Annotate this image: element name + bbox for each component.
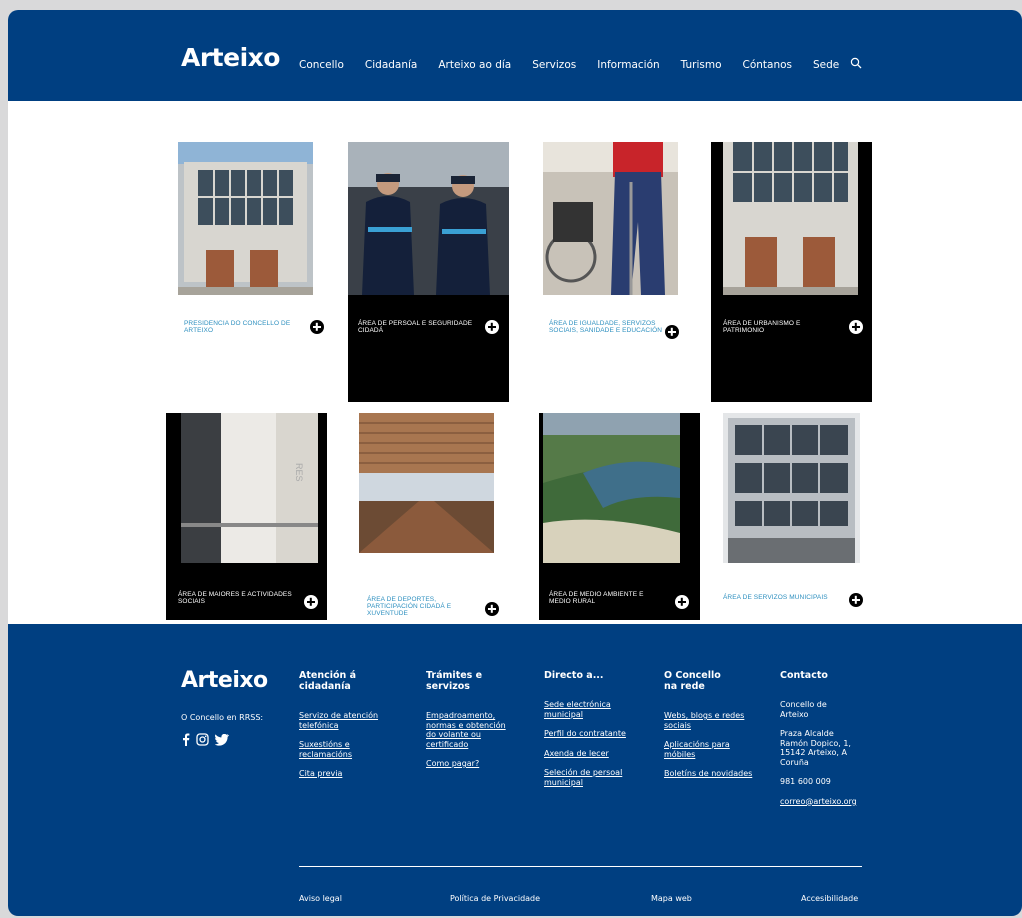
area-card[interactable]: PRESIDENCIA DO CONCELLO DE ARTEIXO [174, 142, 335, 402]
area-card-label: ÁREA DE SERVIZOS MUNICIPAIS [723, 594, 828, 601]
footer-logo[interactable]: Arteixo [181, 668, 268, 693]
sports-hall-photo [359, 413, 494, 553]
nav-servizos[interactable]: Servizos [532, 59, 576, 71]
footer-col-title: Trámites e servizos [426, 670, 483, 692]
nav-cidadania[interactable]: Cidadanía [365, 59, 417, 71]
plus-icon[interactable] [675, 595, 689, 609]
footer-col-tramites: Trámites e servizos Empadroamento, norma… [426, 670, 516, 779]
footer-link[interactable]: Cita previa [299, 769, 389, 779]
footer-link[interactable]: Como pagar? [426, 759, 516, 769]
footer-col-title: Atención á cidadanía [299, 670, 356, 692]
plus-icon[interactable] [485, 602, 499, 616]
rrss-label: O Concello en RRSS: [181, 713, 264, 722]
site-footer: Arteixo O Concello en RRSS: Atención á c… [8, 624, 1022, 916]
area-card[interactable]: ÁREA DE PERSOAL E SEGURIDADE CIDADÁ [348, 142, 509, 402]
town-hall-photo [178, 142, 313, 295]
footer-col-title: Contacto [780, 670, 828, 681]
plus-icon[interactable] [485, 320, 499, 334]
contact-phone: 981 600 009 [780, 777, 831, 786]
footer-link[interactable]: Servizo de atención telefónica [299, 711, 389, 730]
footer-col-directo: Directo a... Sede electrónica municipal … [544, 670, 634, 797]
footer-col-title: Directo a... [544, 670, 604, 681]
legal-link-aviso[interactable]: Aviso legal [299, 894, 342, 903]
contact-name: Concello de Arteixo [780, 700, 827, 719]
area-card-label: ÁREA DE MEDIO AMBIENTE E MEDIO RURAL [549, 591, 644, 605]
area-card[interactable]: ÁREA DE SERVIZOS MUNICIPAIS [711, 413, 872, 620]
legal-link-accesibilidade[interactable]: Accesibilidade [801, 894, 858, 903]
footer-link[interactable]: Suxestións e reclamacións [299, 740, 389, 759]
wheelchair-photo [543, 142, 678, 295]
legal-link-mapa-web[interactable]: Mapa web [651, 894, 692, 903]
svg-text:RES: RES [294, 463, 304, 482]
contact-address: Praza Alcalde Ramón Dopico, 1, 15142 Art… [780, 729, 851, 767]
plus-icon[interactable] [849, 593, 863, 607]
footer-link[interactable]: Seleción de persoal municipal [544, 768, 634, 787]
office-building-photo [723, 413, 860, 563]
footer-link[interactable]: Webs, blogs e redes sociais [664, 711, 754, 730]
area-card[interactable]: RES ÁREA DE MAIORES E ACTIVIDADES SOCIAI… [166, 413, 327, 620]
instagram-icon[interactable] [196, 733, 209, 746]
area-card-label: ÁREA DE DEPORTES, PARTICIPACIÓN CIDADÁ E… [367, 596, 452, 617]
police-officers-photo [348, 142, 509, 295]
coast-landscape-photo [543, 413, 680, 563]
nav-informacion[interactable]: Información [597, 59, 659, 71]
footer-link[interactable]: Sede electrónica municipal [544, 700, 634, 719]
nav-arteixo-ao-dia[interactable]: Arteixo ao día [438, 59, 511, 71]
nav-turismo[interactable]: Turismo [681, 59, 722, 71]
main-nav: Concello Cidadanía Arteixo ao día Serviz… [299, 59, 860, 71]
plus-icon[interactable] [304, 595, 318, 609]
area-card[interactable]: ÁREA DE MEDIO AMBIENTE E MEDIO RURAL [539, 413, 700, 620]
footer-col-title: O Concello na rede [664, 670, 721, 692]
social-links [182, 733, 229, 746]
facebook-icon[interactable] [182, 733, 190, 746]
nav-sede[interactable]: Sede [813, 59, 839, 71]
footer-col-atencion: Atención á cidadanía Servizo de atención… [299, 670, 389, 789]
area-card-label: ÁREA DE PERSOAL E SEGURIDADE CIDADÁ [358, 320, 473, 334]
area-card-label: ÁREA DE URBANISMO E PATRIMONIO [723, 320, 801, 334]
plus-icon[interactable] [849, 320, 863, 334]
page: Arteixo Concello Cidadanía Arteixo ao dí… [8, 10, 1022, 916]
site-logo[interactable]: Arteixo [181, 45, 280, 70]
area-card[interactable]: ÁREA DE IGUALDADE, SERVIZOS SOCIAIS, SAN… [539, 142, 700, 402]
footer-col-contacto: Contacto Concello de Arteixo Praza Alcal… [780, 670, 870, 816]
nav-contanos[interactable]: Cóntanos [743, 59, 793, 71]
footer-link[interactable]: Perfil do contratante [544, 729, 634, 739]
footer-col-concello-rede: O Concello na rede Webs, blogs e redes s… [664, 670, 754, 789]
area-card[interactable]: ÁREA DE URBANISMO E PATRIMONIO [711, 142, 872, 402]
area-card[interactable]: ÁREA DE DEPORTES, PARTICIPACIÓN CIDADÁ E… [353, 413, 514, 620]
twitter-icon[interactable] [215, 733, 229, 746]
plus-icon[interactable] [310, 320, 324, 334]
footer-divider [299, 866, 862, 867]
modern-building-photo: RES [181, 413, 318, 563]
footer-link[interactable]: Empadroamento, normas e obtención do vol… [426, 711, 516, 749]
search-icon[interactable] [850, 57, 862, 69]
area-card-label: ÁREA DE IGUALDADE, SERVIZOS SOCIAIS, SAN… [549, 320, 663, 334]
area-card-label: PRESIDENCIA DO CONCELLO DE ARTEIXO [184, 320, 291, 334]
town-hall-doors-photo [723, 142, 858, 295]
site-header: Arteixo Concello Cidadanía Arteixo ao dí… [8, 10, 1022, 101]
contact-email-link[interactable]: correo@arteixo.org [780, 797, 870, 807]
legal-link-privacidade[interactable]: Política de Privacidade [450, 894, 540, 903]
footer-link[interactable]: Boletíns de novidades [664, 769, 754, 779]
area-card-label: ÁREA DE MAIORES E ACTIVIDADES SOCIAIS [178, 591, 292, 605]
plus-icon[interactable] [665, 325, 679, 339]
nav-concello[interactable]: Concello [299, 59, 344, 71]
footer-link[interactable]: Axenda de lecer [544, 749, 634, 759]
footer-link[interactable]: Aplicacións para móbiles [664, 740, 754, 759]
